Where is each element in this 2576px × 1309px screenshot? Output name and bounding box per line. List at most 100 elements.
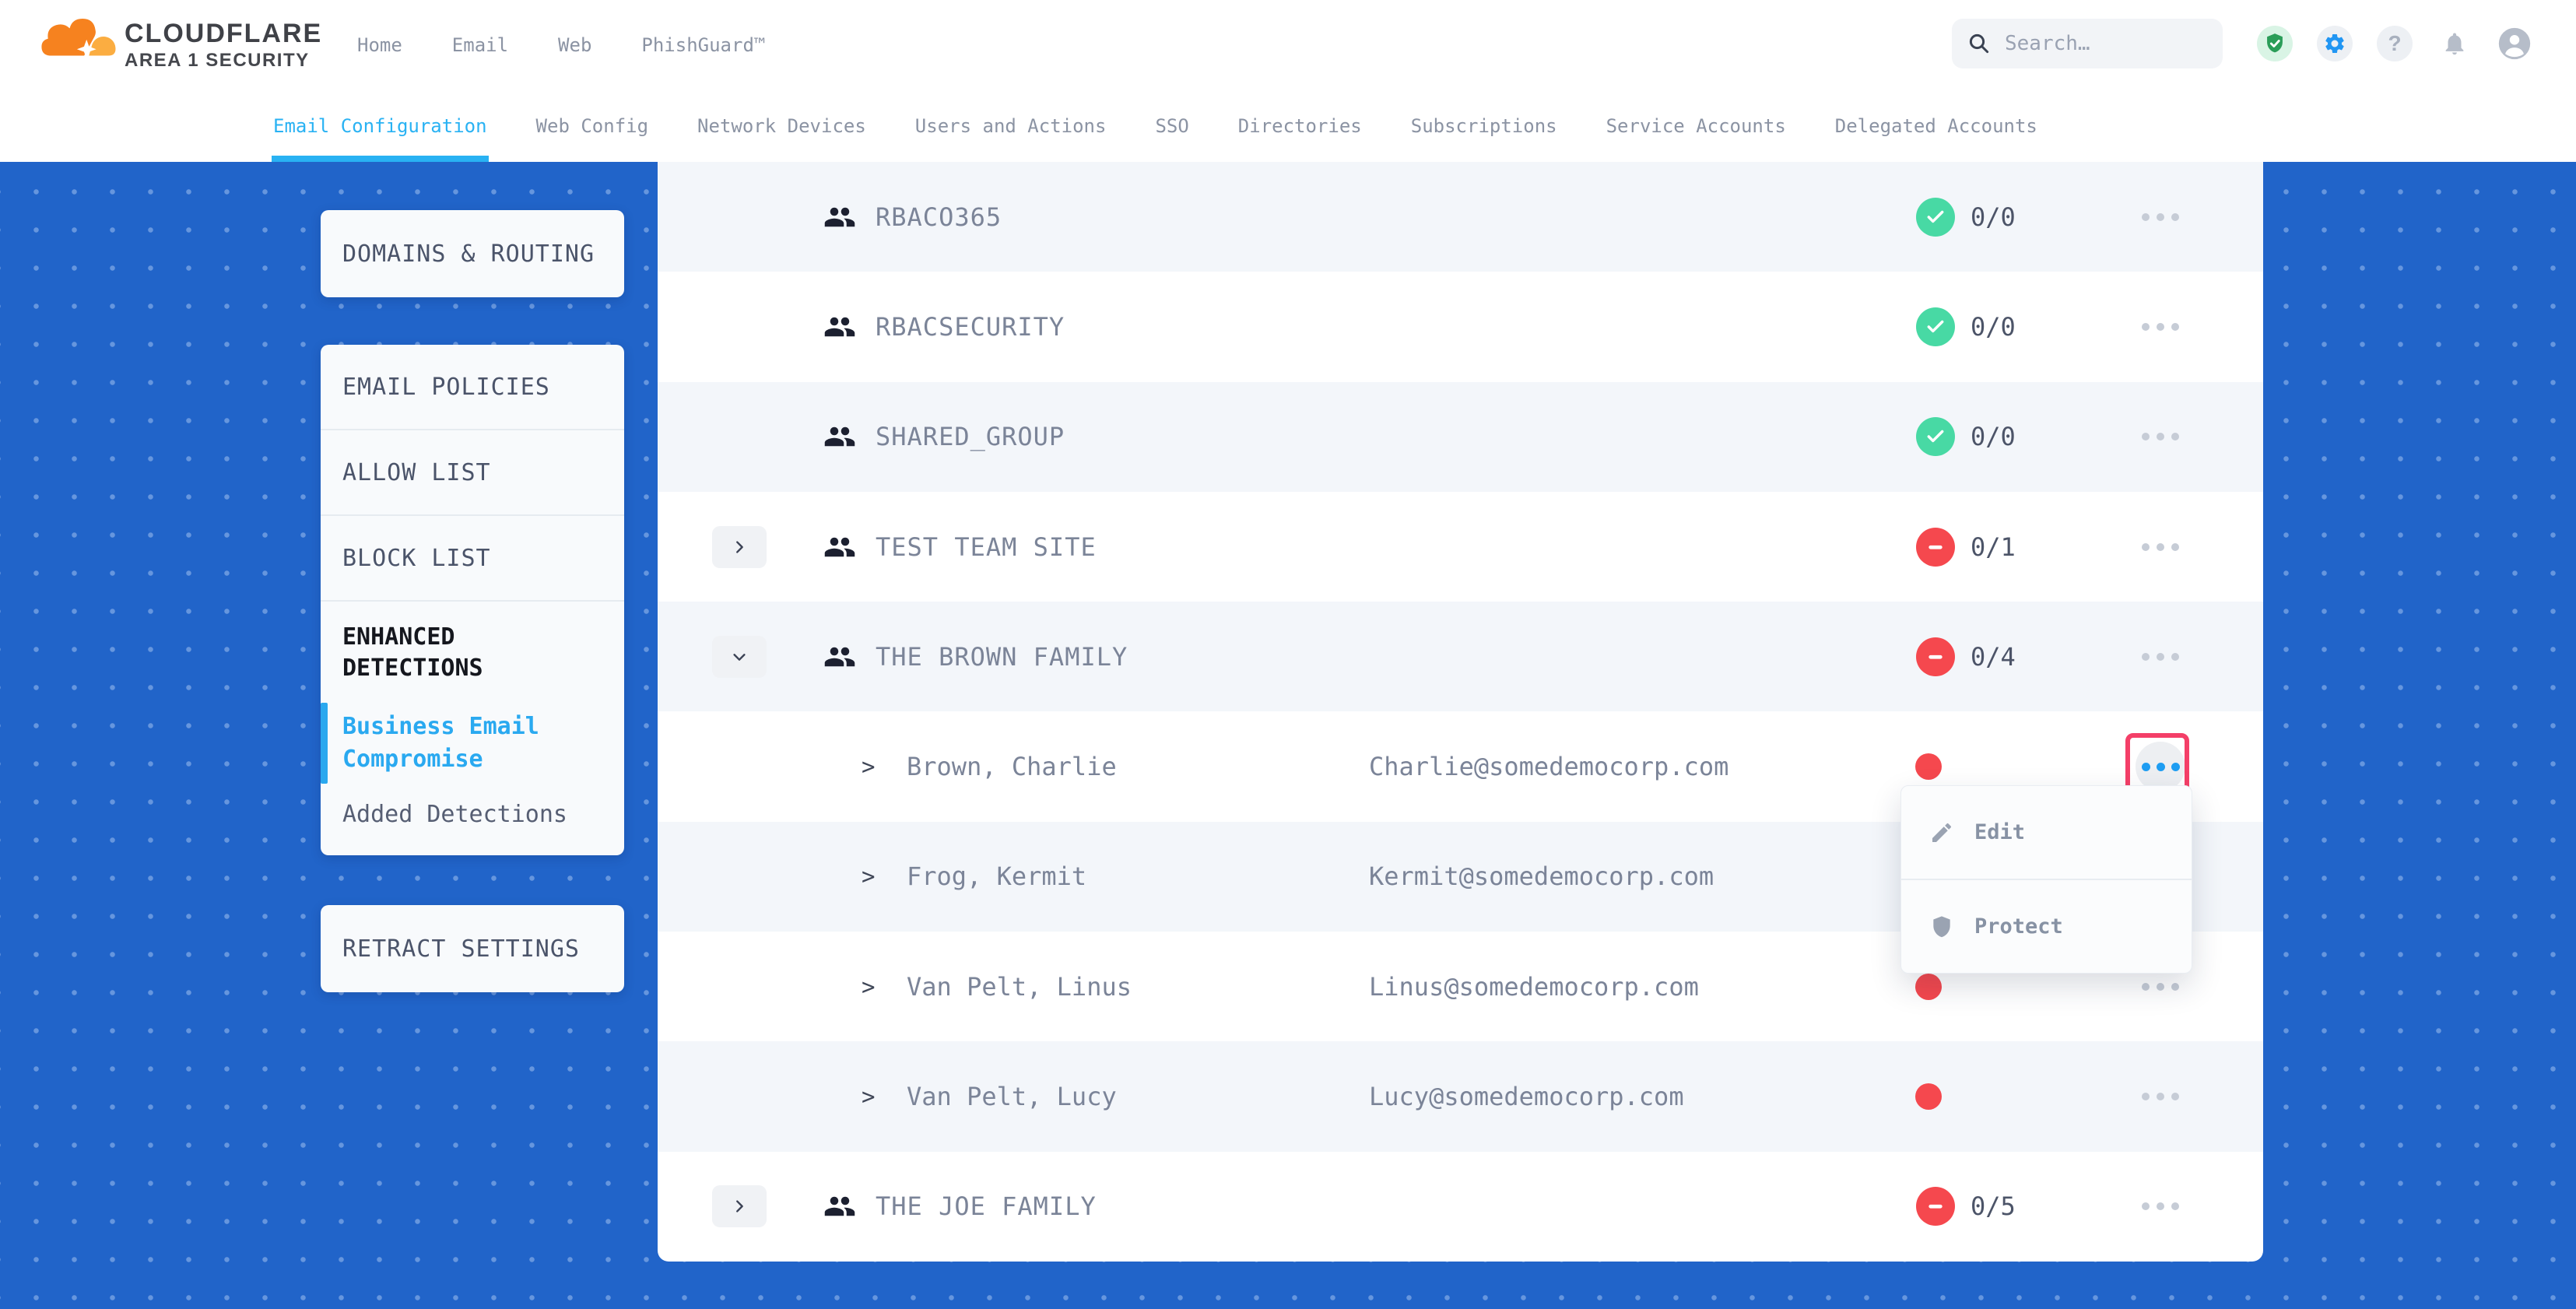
- context-menu: Edit Protect: [1900, 785, 2192, 974]
- expand-toggle-button[interactable]: [712, 1185, 767, 1227]
- check-icon: [1916, 307, 1955, 346]
- table-row-group: RBACO3650/0: [658, 162, 2263, 272]
- notifications-bell-icon[interactable]: [2437, 26, 2472, 61]
- sidebar-label: RETRACT SETTINGS: [342, 935, 580, 963]
- minus-icon: [1916, 528, 1955, 567]
- sidebar-label: DOMAINS & ROUTING: [342, 240, 595, 268]
- expand-toggle-button[interactable]: [712, 526, 767, 568]
- sidebar-item-block-list[interactable]: BLOCK LIST: [321, 516, 624, 602]
- tab-sso[interactable]: SSO: [1155, 90, 1188, 162]
- status-badge: 0/5: [1916, 1187, 2016, 1226]
- user-name: Van Pelt, Lucy: [907, 1082, 1117, 1111]
- shield-icon: [1929, 914, 1954, 939]
- user-name: Frog, Kermit: [907, 862, 1086, 891]
- chevron-down-icon: [731, 648, 748, 665]
- tab-directories[interactable]: Directories: [1238, 90, 1362, 162]
- group-icon: [823, 311, 856, 343]
- chevron-right-icon: [731, 539, 748, 556]
- minus-icon: [1916, 1187, 1955, 1226]
- section-tabbar: Email Configuration Web Config Network Dev…: [0, 90, 2576, 162]
- group-icon: [823, 1190, 856, 1223]
- row-menu-button[interactable]: [2138, 971, 2183, 1002]
- user-email: Charlie@somedemocorp.com: [1369, 752, 1728, 781]
- row-menu-button[interactable]: [2138, 1191, 2183, 1222]
- sidebar-item-email-policies[interactable]: EMAIL POLICIES: [321, 345, 624, 430]
- row-menu-button-active[interactable]: [2136, 742, 2185, 791]
- tab-service-accounts[interactable]: Service Accounts: [1606, 90, 1786, 162]
- sidebar-label: EMAIL POLICIES: [342, 374, 550, 401]
- group-icon: [823, 640, 856, 673]
- sidebar-item-retract-settings[interactable]: RETRACT SETTINGS: [321, 905, 624, 992]
- minus-icon: [1916, 637, 1955, 676]
- status-count: 0/1: [1971, 532, 2016, 562]
- row-menu-button[interactable]: [2138, 532, 2183, 563]
- chevron-right-icon: >: [862, 974, 875, 1000]
- settings-gear-icon[interactable]: [2317, 26, 2353, 61]
- nav-phishguard[interactable]: PhishGuard™: [641, 34, 765, 56]
- status-count: 0/0: [1971, 422, 2016, 451]
- table-row-group: THE BROWN FAMILY 0/4: [658, 602, 2263, 711]
- menu-item-label: Edit: [1974, 820, 2025, 844]
- status-count: 0/0: [1971, 202, 2016, 232]
- table-row-group: THE JOE FAMILY 0/5: [658, 1152, 2263, 1262]
- chevron-right-icon: >: [862, 1083, 875, 1110]
- status-badge: 0/4: [1916, 637, 2016, 676]
- menu-item-protect[interactable]: Protect: [1901, 879, 2192, 973]
- cloudflare-logo-icon: [40, 9, 121, 81]
- header-icons: ?: [2257, 26, 2532, 61]
- tabs: Email Configuration Web Config Network Dev…: [273, 90, 2037, 162]
- chevron-right-icon: >: [862, 863, 875, 890]
- table-row-group: TEST TEAM SITE0/1: [658, 492, 2263, 602]
- row-menu-button[interactable]: [2138, 421, 2183, 452]
- tab-web-config[interactable]: Web Config: [536, 90, 649, 162]
- tab-subscriptions[interactable]: Subscriptions: [1411, 90, 1557, 162]
- sidebar-label: BLOCK LIST: [342, 545, 491, 572]
- shield-check-icon[interactable]: [2257, 26, 2293, 61]
- menu-item-edit[interactable]: Edit: [1901, 786, 2192, 879]
- group-name: THE BROWN FAMILY: [876, 642, 1128, 672]
- search-input[interactable]: [2003, 31, 2201, 56]
- sidebar-item-domains-routing[interactable]: DOMAINS & ROUTING: [321, 210, 624, 297]
- table-row-user: > Van Pelt, Lucy Lucy@somedemocorp.com: [658, 1041, 2263, 1151]
- user-email: Linus@somedemocorp.com: [1369, 972, 1699, 1002]
- expand-toggle-button[interactable]: [712, 636, 767, 678]
- sidebar-item-added-detections[interactable]: Added Detections: [342, 801, 602, 828]
- tab-delegated-accounts[interactable]: Delegated Accounts: [1835, 90, 2037, 162]
- sidebar-item-business-email-compromise[interactable]: Business Email Compromise: [342, 711, 576, 776]
- group-name: THE JOE FAMILY: [876, 1191, 1097, 1221]
- sidebar-item-allow-list[interactable]: ALLOW LIST: [321, 430, 624, 516]
- sidebar-card-email-policies: EMAIL POLICIES ALLOW LIST BLOCK LIST ENH…: [321, 345, 624, 855]
- sidebar-item-enhanced-detections[interactable]: ENHANCED DETECTIONS: [342, 622, 576, 684]
- check-icon: [1916, 198, 1955, 237]
- user-email: Kermit@somedemocorp.com: [1369, 862, 1714, 891]
- row-menu-button[interactable]: [2138, 1081, 2183, 1112]
- tab-email-configuration[interactable]: Email Configuration: [273, 90, 487, 162]
- row-menu-button[interactable]: [2138, 202, 2183, 233]
- status-count: 0/0: [1971, 312, 2016, 342]
- menu-item-label: Protect: [1974, 914, 2063, 939]
- row-menu-button[interactable]: [2138, 311, 2183, 342]
- account-avatar-icon[interactable]: [2497, 26, 2532, 61]
- search-box[interactable]: [1952, 19, 2223, 68]
- sidebar-section-enhanced-detections: ENHANCED DETECTIONS Business Email Compr…: [321, 602, 624, 828]
- table-row-group: SHARED_GROUP 0/0: [658, 382, 2263, 492]
- help-icon[interactable]: ?: [2377, 26, 2413, 61]
- nav-home[interactable]: Home: [357, 34, 402, 56]
- app-header: CLOUDFLARE AREA 1 SECURITY Home Email Web P…: [0, 0, 2576, 90]
- chevron-right-icon: [731, 1198, 748, 1215]
- tab-network-devices[interactable]: Network Devices: [697, 90, 866, 162]
- user-email: Lucy@somedemocorp.com: [1369, 1082, 1684, 1111]
- status-count: 0/4: [1971, 642, 2016, 672]
- status-badge: 0/0: [1916, 417, 2016, 456]
- nav-email[interactable]: Email: [452, 34, 508, 56]
- brand-text: CLOUDFLARE AREA 1 SECURITY: [125, 19, 322, 73]
- row-menu-button[interactable]: [2138, 641, 2183, 672]
- chevron-right-icon: >: [862, 753, 875, 780]
- top-nav: Home Email Web PhishGuard™: [357, 0, 765, 90]
- brand-subtitle: AREA 1 SECURITY: [125, 48, 322, 73]
- nav-web[interactable]: Web: [558, 34, 591, 56]
- group-name: SHARED_GROUP: [876, 422, 1065, 451]
- tab-users-and-actions[interactable]: Users and Actions: [915, 90, 1107, 162]
- user-name: Van Pelt, Linus: [907, 972, 1132, 1002]
- pencil-icon: [1929, 820, 1954, 845]
